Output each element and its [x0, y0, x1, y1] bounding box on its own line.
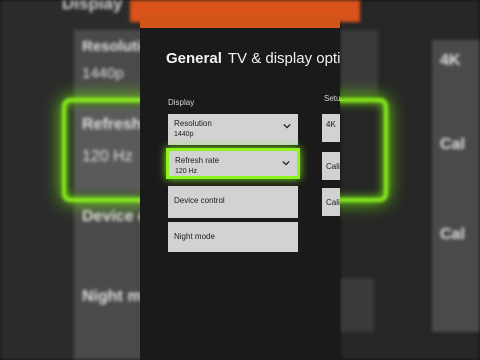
- night-mode-label: Night mode: [174, 232, 215, 241]
- device-control-setting[interactable]: Device control: [168, 186, 298, 218]
- refresh-rate-value: 120 Hz: [175, 168, 198, 175]
- resolution-value: 1440p: [174, 131, 194, 138]
- tv-screen: General TV & display optio Display Setu R…: [140, 14, 340, 360]
- resolution-label: Resolution: [174, 119, 212, 128]
- bg-right-tile-cal-2: Cal: [432, 196, 480, 332]
- bg-right-tile-4k: 4K: [432, 40, 480, 120]
- setup-tile-calibrate-1[interactable]: Cali: [322, 152, 340, 180]
- device-control-label: Device control: [174, 196, 225, 205]
- bg-side-block: [340, 278, 374, 332]
- page-heading: TV & display optio: [227, 50, 340, 67]
- resolution-setting[interactable]: Resolution 1440p: [168, 114, 298, 145]
- section-display: Display: [168, 98, 195, 107]
- breadcrumb: General: [166, 50, 222, 67]
- chevron-down-icon: [283, 123, 291, 129]
- setup-tile-4k[interactable]: 4K: [322, 114, 340, 142]
- setup-tile-calibrate-2[interactable]: Cali: [322, 188, 340, 216]
- night-mode-setting[interactable]: Night mode: [168, 222, 298, 252]
- page-title: General TV & display optio: [166, 50, 340, 68]
- section-setup: Setu: [324, 94, 340, 103]
- header-orange-strip: [140, 14, 340, 28]
- refresh-rate-label: Refresh rate: [175, 156, 220, 165]
- chevron-down-icon: [282, 160, 290, 166]
- bg-heading: Display: [62, 0, 123, 13]
- bg-side-chevron: [340, 30, 378, 94]
- refresh-rate-setting[interactable]: Refresh rate 120 Hz: [166, 148, 300, 179]
